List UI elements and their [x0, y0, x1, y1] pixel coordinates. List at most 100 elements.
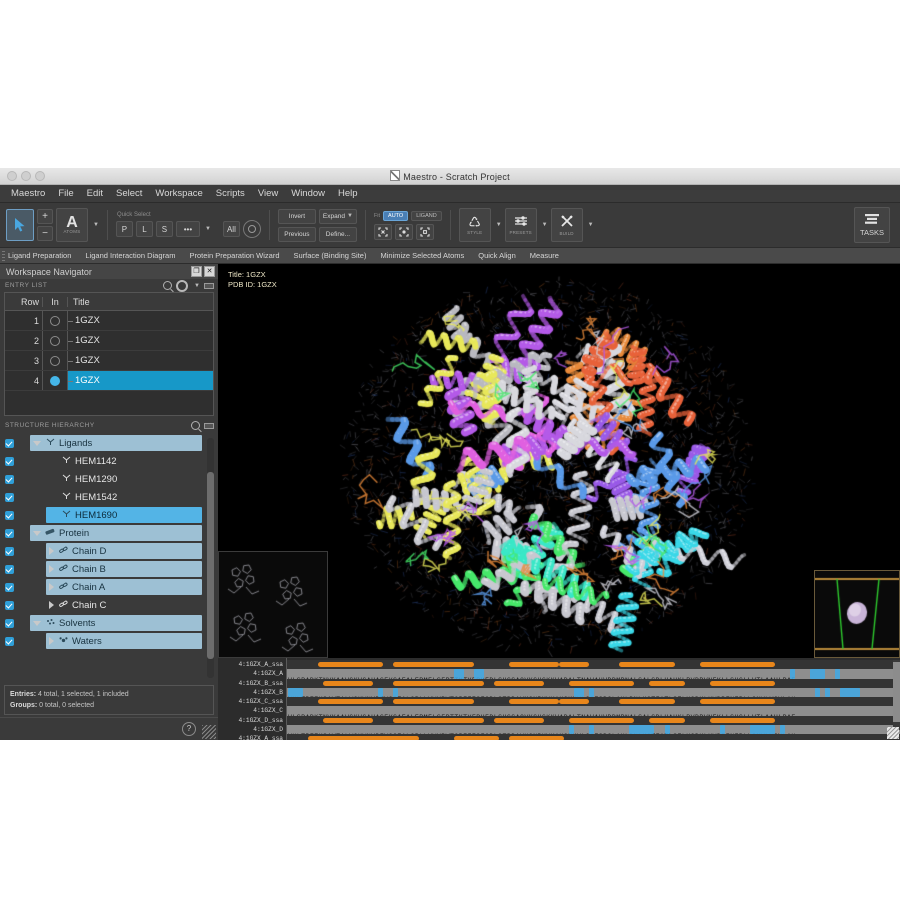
- sequence-resize-grip[interactable]: [887, 727, 899, 739]
- sequence-viewer[interactable]: 4:1GZX_A_ssa4:1GZX_A4:1GZX_B_ssa4:1GZX_B…: [218, 658, 900, 740]
- zoom-in-button[interactable]: +: [37, 209, 53, 224]
- collapse-panel-icon[interactable]: [204, 283, 214, 289]
- hierarchy-row-hem1142[interactable]: HEM1142: [0, 452, 218, 470]
- visibility-checkbox[interactable]: [5, 547, 14, 556]
- menu-item-help[interactable]: Help: [332, 186, 364, 201]
- visibility-checkbox[interactable]: [5, 619, 14, 628]
- presets-button[interactable]: PRESETS: [505, 208, 537, 242]
- menu-item-view[interactable]: View: [252, 186, 284, 201]
- toolbar-drag-handle[interactable]: [2, 251, 5, 261]
- secondary-structure-row[interactable]: [287, 716, 900, 725]
- restore-panel-button[interactable]: ❐: [191, 266, 202, 277]
- menu-item-file[interactable]: File: [52, 186, 79, 201]
- chevron-down-icon[interactable]: [33, 441, 41, 446]
- sequence-label[interactable]: 4:1GZX_A_ssa: [218, 734, 286, 740]
- hierarchy-row-label-wrap[interactable]: Protein: [30, 525, 202, 541]
- shortcut-surface-binding-site[interactable]: Surface (Binding Site): [294, 251, 367, 260]
- quick-select-more-button[interactable]: •••: [176, 221, 200, 237]
- hierarchy-row-chain-d[interactable]: Chain D: [0, 542, 218, 560]
- hierarchy-row-chain-a[interactable]: Chain A: [0, 578, 218, 596]
- sequence-label[interactable]: 4:1GZX_B_ssa: [218, 679, 286, 688]
- shortcut-measure[interactable]: Measure: [530, 251, 559, 260]
- visibility-checkbox[interactable]: [5, 511, 14, 520]
- entry-include-toggle[interactable]: [42, 351, 68, 370]
- visibility-checkbox[interactable]: [5, 529, 14, 538]
- visibility-checkbox[interactable]: [5, 493, 14, 502]
- entry-include-toggle[interactable]: [42, 331, 68, 350]
- hierarchy-row-hem1690[interactable]: HEM1690: [0, 506, 218, 524]
- secondary-structure-row[interactable]: [287, 660, 900, 669]
- sequence-residue-row[interactable]: VHLTPEEKSAVTALWGKVNVDEVGGEALGRLLVVYPWTQR…: [287, 725, 900, 734]
- hierarchy-row-label-wrap[interactable]: Ligands: [30, 435, 202, 451]
- hierarchy-scrollbar-thumb[interactable]: [207, 472, 214, 659]
- hierarchy-row-label-wrap[interactable]: HEM1142: [46, 453, 202, 469]
- chevron-right-icon[interactable]: [49, 583, 54, 591]
- expand-button[interactable]: Expand▼: [319, 209, 357, 224]
- hierarchy-row-solvents[interactable]: Solvents: [0, 614, 218, 632]
- sequence-label[interactable]: 4:1GZX_D_ssa: [218, 716, 286, 725]
- target-icon[interactable]: [243, 220, 261, 238]
- quick-select-s-button[interactable]: S: [156, 221, 173, 237]
- sequence-residue-row[interactable]: VHLTPEEKSAVTALWGKVNVDEVGGEALGRLLVVYPWTQR…: [287, 688, 900, 697]
- ligand-inset-view[interactable]: [218, 551, 328, 658]
- sequence-label[interactable]: 4:1GZX_A_ssa: [218, 660, 286, 669]
- sequence-residue-row[interactable]: VLSPADKTNVKAAWGKVGAHAGEYGAEALERMFLSFPTTK…: [287, 669, 900, 678]
- chevron-right-icon[interactable]: [49, 547, 54, 555]
- menu-item-select[interactable]: Select: [110, 186, 148, 201]
- hierarchy-row-protein[interactable]: Protein: [0, 524, 218, 542]
- menu-item-edit[interactable]: Edit: [81, 186, 109, 201]
- close-panel-button[interactable]: ✕: [204, 266, 215, 277]
- chevron-down-icon[interactable]: [33, 531, 41, 536]
- table-row[interactable]: 3 1GZX: [5, 351, 213, 371]
- build-dropdown-caret[interactable]: ▼: [588, 222, 594, 228]
- shortcut-minimize-selected-atoms[interactable]: Minimize Selected Atoms: [380, 251, 464, 260]
- sequence-label[interactable]: 4:1GZX_C: [218, 706, 286, 715]
- fit-selection-icon[interactable]: [395, 224, 413, 240]
- fit-all-icon[interactable]: [374, 224, 392, 240]
- sequence-scrollbar-thumb[interactable]: [893, 662, 900, 722]
- shortcut-ligand-interaction-diagram[interactable]: Ligand Interaction Diagram: [85, 251, 175, 260]
- presets-dropdown-caret[interactable]: ▼: [542, 222, 548, 228]
- search-icon[interactable]: [163, 281, 172, 290]
- atoms-dropdown-caret[interactable]: ▼: [93, 222, 99, 228]
- quick-select-dropdown-caret[interactable]: ▼: [205, 226, 211, 232]
- hierarchy-row-label-wrap[interactable]: Chain C: [46, 597, 202, 613]
- table-row[interactable]: 1 1GZX: [5, 311, 213, 331]
- hierarchy-row-hem1290[interactable]: HEM1290: [0, 470, 218, 488]
- menu-item-window[interactable]: Window: [285, 186, 331, 201]
- hierarchy-row-ligands[interactable]: Ligands: [0, 434, 218, 452]
- build-button[interactable]: BUILD: [551, 208, 583, 242]
- atoms-scope-button[interactable]: A ATOMS: [56, 208, 88, 242]
- shortcut-quick-align[interactable]: Quick Align: [478, 251, 516, 260]
- hierarchy-row-label-wrap[interactable]: Waters: [46, 633, 202, 649]
- hierarchy-row-hem1542[interactable]: HEM1542: [0, 488, 218, 506]
- hierarchy-row-chain-c[interactable]: Chain C: [0, 596, 218, 614]
- invert-button[interactable]: Invert: [278, 209, 316, 224]
- secondary-structure-row[interactable]: [287, 679, 900, 688]
- define-button[interactable]: Define...: [319, 227, 357, 242]
- sequence-scrollbar[interactable]: [893, 660, 900, 730]
- sequence-label[interactable]: 4:1GZX_A: [218, 669, 286, 678]
- shortcut-ligand-preparation[interactable]: Ligand Preparation: [8, 251, 71, 260]
- visibility-checkbox[interactable]: [5, 601, 14, 610]
- visibility-checkbox[interactable]: [5, 439, 14, 448]
- hierarchy-scrollbar[interactable]: [207, 438, 214, 678]
- chevron-down-icon[interactable]: [33, 621, 41, 626]
- shortcut-protein-preparation-wizard[interactable]: Protein Preparation Wizard: [189, 251, 279, 260]
- quick-select-p-button[interactable]: P: [116, 221, 133, 237]
- search-icon[interactable]: [191, 421, 200, 430]
- collapse-panel-icon[interactable]: [204, 423, 214, 429]
- select-all-button[interactable]: All: [223, 221, 240, 237]
- hierarchy-row-label-wrap[interactable]: Chain B: [46, 561, 202, 577]
- tasks-button[interactable]: TASKS: [854, 207, 890, 243]
- previous-button[interactable]: Previous: [278, 227, 316, 242]
- fit-auto-toggle[interactable]: AUTO: [383, 211, 408, 221]
- resize-grip[interactable]: [202, 725, 216, 739]
- zoom-out-button[interactable]: −: [37, 226, 53, 241]
- table-row[interactable]: 2 1GZX: [5, 331, 213, 351]
- chevron-right-icon[interactable]: [49, 565, 54, 573]
- sequence-residue-row[interactable]: VLSPADKTNVKAAWGKVGAHAGEYGAEALERMFLSFPTTK…: [287, 706, 900, 715]
- menu-item-scripts[interactable]: Scripts: [210, 186, 251, 201]
- secondary-structure-row[interactable]: [287, 734, 900, 740]
- menu-item-workspace[interactable]: Workspace: [149, 186, 208, 201]
